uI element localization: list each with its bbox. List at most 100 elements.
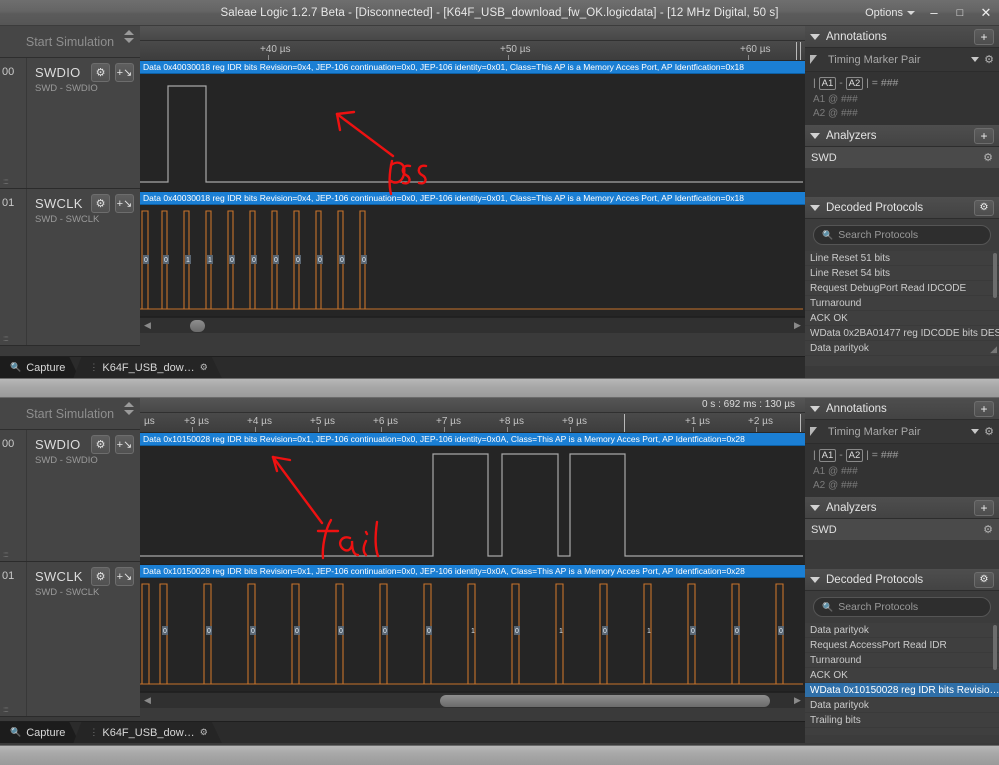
analyzer-item-swd-top[interactable]: SWD ⚙ bbox=[805, 147, 999, 169]
gear-icon[interactable]: ⚙ bbox=[974, 571, 994, 588]
analyzer-item-swd-bottom[interactable]: SWD ⚙ bbox=[805, 519, 999, 541]
playhead-marker[interactable] bbox=[800, 42, 801, 60]
time-ruler-top[interactable]: +40 µs +50 µs +60 µs bbox=[140, 41, 805, 61]
collapse-triangle-icon[interactable] bbox=[810, 576, 820, 583]
collapse-triangle-icon[interactable] bbox=[810, 504, 820, 511]
wave-area-swdio-bottom[interactable] bbox=[140, 446, 805, 564]
annotation-bar[interactable]: Data 0x10150028 reg IDR bits Revision=0x… bbox=[140, 565, 805, 578]
start-simulation-row-top[interactable]: Start Simulation bbox=[0, 26, 140, 58]
collapse-triangle-icon[interactable] bbox=[810, 33, 820, 40]
gear-icon[interactable]: ⚙ bbox=[200, 362, 208, 373]
close-button[interactable]: ✕ bbox=[973, 0, 999, 26]
list-item[interactable]: Data parityok bbox=[805, 698, 999, 713]
speed-stepper-top[interactable] bbox=[124, 30, 134, 43]
gear-icon[interactable]: ⚙ bbox=[984, 53, 994, 66]
gear-icon[interactable]: ⚙ bbox=[984, 425, 994, 438]
gear-icon[interactable]: ⚙ bbox=[91, 194, 110, 213]
decoded-protocols-header-top[interactable]: Decoded Protocols ⚙ bbox=[805, 197, 999, 219]
add-analyzer-button[interactable]: + bbox=[974, 499, 994, 516]
panel-splitter[interactable] bbox=[0, 378, 999, 398]
list-item[interactable]: Turnaround bbox=[805, 296, 999, 311]
gear-icon[interactable]: ⚙ bbox=[983, 523, 993, 536]
decoded-protocols-header-bottom[interactable]: Decoded Protocols ⚙ bbox=[805, 569, 999, 591]
options-menu-button[interactable]: Options bbox=[859, 7, 921, 19]
list-item[interactable]: ACK OK bbox=[805, 668, 999, 683]
list-item[interactable]: ACK OK bbox=[805, 311, 999, 326]
wave-area-swclk-bottom[interactable]: 0 0 0 0 0 0 0 1 0 1 0 1 0 0 0 bbox=[140, 578, 805, 691]
list-item[interactable]: Request AccessPort Read IDR bbox=[805, 638, 999, 653]
annotation-bar[interactable]: Data 0x40030018 reg IDR bits Revision=0x… bbox=[140, 192, 805, 205]
channel-row-swdio-top[interactable]: 00 SWDIO SWD - SWDIO ⚙ +↘ :::: bbox=[0, 58, 140, 189]
add-annotation-button[interactable]: + bbox=[974, 400, 994, 417]
decoded-protocols-list-bottom[interactable]: Data parityok Request AccessPort Read ID… bbox=[805, 623, 999, 735]
annotations-header-bottom[interactable]: Annotations + bbox=[805, 398, 999, 420]
protocols-scrollbar-thumb[interactable] bbox=[993, 253, 997, 298]
drag-handle-dots[interactable]: :::: bbox=[3, 551, 9, 559]
tab-capture[interactable]: 🔍 Capture bbox=[0, 722, 79, 743]
annotation-bar[interactable]: Data 0x10150028 reg IDR bits Revision=0x… bbox=[140, 433, 805, 446]
annotations-header-top[interactable]: Annotations + bbox=[805, 26, 999, 48]
gear-icon[interactable]: ⚙ bbox=[974, 199, 994, 216]
playhead-marker[interactable] bbox=[796, 42, 797, 60]
wave-area-swdio-top[interactable] bbox=[140, 74, 805, 191]
time-ruler-bottom[interactable]: µs +3 µs +4 µs +5 µs +6 µs +7 µs +8 µs +… bbox=[140, 413, 805, 433]
list-item[interactable]: Turnaround bbox=[805, 653, 999, 668]
add-measurement-icon[interactable]: +↘ bbox=[115, 63, 134, 82]
scroll-left-icon[interactable]: ◀ bbox=[142, 320, 153, 331]
list-item[interactable]: Line Reset 51 bits bbox=[805, 251, 999, 266]
scrollbar-thumb[interactable] bbox=[440, 695, 770, 707]
search-protocols-box-bottom[interactable]: 🔍 bbox=[813, 597, 991, 617]
list-item[interactable]: Request DebugPort Read IDCODE bbox=[805, 281, 999, 296]
add-measurement-icon[interactable]: +↘ bbox=[115, 435, 134, 454]
search-protocols-input[interactable] bbox=[838, 601, 982, 613]
add-analyzer-button[interactable]: + bbox=[974, 127, 994, 144]
tab-capture-file[interactable]: ⋮ K64F_USB_dow… ⚙ bbox=[73, 722, 221, 743]
list-item[interactable]: Data parityok bbox=[805, 341, 999, 356]
annotation-bar[interactable]: Data 0x40030018 reg IDR bits Revision=0x… bbox=[140, 61, 805, 74]
protocols-scrollbar-thumb[interactable] bbox=[993, 625, 997, 670]
scrollbar-thumb[interactable] bbox=[190, 320, 205, 332]
gear-icon[interactable]: ⚙ bbox=[91, 63, 110, 82]
add-annotation-button[interactable]: + bbox=[974, 28, 994, 45]
chevron-down-icon[interactable] bbox=[971, 57, 980, 62]
channel-row-swdio-bottom[interactable]: 00 SWDIO SWD - SWDIO ⚙ +↘ :::: bbox=[0, 430, 140, 562]
maximize-button[interactable]: □ bbox=[947, 0, 973, 26]
start-simulation-row-bottom[interactable]: Start Simulation bbox=[0, 398, 140, 430]
channel-row-swclk-bottom[interactable]: 01 SWCLK SWD - SWCLK ⚙ +↘ :::: bbox=[0, 562, 140, 717]
playhead-marker[interactable] bbox=[800, 414, 801, 432]
gear-icon[interactable]: ⚙ bbox=[91, 567, 110, 586]
collapse-triangle-icon[interactable] bbox=[810, 204, 820, 211]
drag-handle-dots[interactable]: :::: bbox=[3, 706, 9, 714]
list-item-selected[interactable]: WData 0x10150028 reg IDR bits Revisio… bbox=[805, 683, 999, 698]
gear-icon[interactable]: ⚙ bbox=[983, 151, 993, 164]
analyzers-header-bottom[interactable]: Analyzers + bbox=[805, 497, 999, 519]
list-item[interactable]: Trailing bits bbox=[805, 713, 999, 728]
horizontal-scrollbar-bottom[interactable]: ◀ ▶ bbox=[140, 692, 805, 708]
scroll-left-icon[interactable]: ◀ bbox=[142, 695, 153, 706]
chevron-down-icon[interactable] bbox=[971, 429, 980, 434]
list-item[interactable]: Data parityok bbox=[805, 623, 999, 638]
scroll-right-icon[interactable]: ▶ bbox=[792, 695, 803, 706]
horizontal-scrollbar-top[interactable]: ◀ ▶ bbox=[140, 317, 805, 333]
add-measurement-icon[interactable]: +↘ bbox=[115, 194, 134, 213]
tab-capture-file[interactable]: ⋮ K64F_USB_dow… ⚙ bbox=[73, 357, 221, 378]
timing-marker-pair-row-bottom[interactable]: Timing Marker Pair ⚙ bbox=[805, 420, 999, 444]
timing-marker-pair-row-top[interactable]: Timing Marker Pair ⚙ bbox=[805, 48, 999, 72]
channel-row-swclk-top[interactable]: 01 SWCLK SWD - SWCLK ⚙ +↘ :::: bbox=[0, 189, 140, 346]
wave-area-swclk-top[interactable]: 0 0 1 1 0 0 0 0 0 0 0 bbox=[140, 205, 805, 316]
drag-handle-dots[interactable]: :::: bbox=[3, 178, 9, 186]
drag-handle-dots[interactable]: :::: bbox=[3, 335, 9, 343]
scroll-right-icon[interactable]: ▶ bbox=[792, 320, 803, 331]
add-measurement-icon[interactable]: +↘ bbox=[115, 567, 134, 586]
minimize-button[interactable]: – bbox=[921, 0, 947, 26]
gear-icon[interactable]: ⚙ bbox=[200, 727, 208, 738]
collapse-triangle-icon[interactable] bbox=[810, 132, 820, 139]
collapse-triangle-icon[interactable] bbox=[810, 405, 820, 412]
resize-grip-icon[interactable]: ◢ bbox=[990, 344, 997, 355]
list-item[interactable]: WData 0x2BA01477 reg IDCODE bits DES… bbox=[805, 326, 999, 341]
list-item[interactable]: Line Reset 54 bits bbox=[805, 266, 999, 281]
search-protocols-box-top[interactable]: 🔍 bbox=[813, 225, 991, 245]
gear-icon[interactable]: ⚙ bbox=[91, 435, 110, 454]
tab-capture[interactable]: 🔍 Capture bbox=[0, 357, 79, 378]
analyzers-header-top[interactable]: Analyzers + bbox=[805, 125, 999, 147]
